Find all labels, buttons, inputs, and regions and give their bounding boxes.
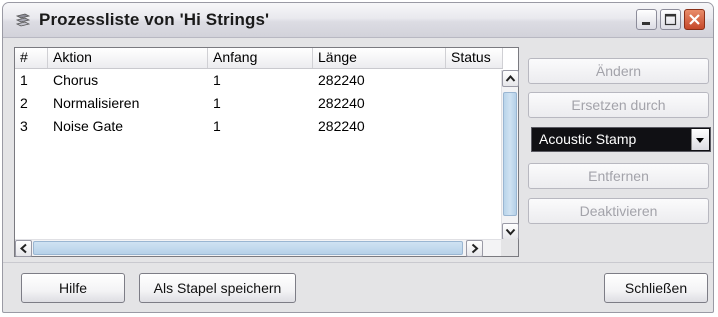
row-length: 282240 [318, 72, 365, 88]
maximize-icon [664, 13, 677, 26]
row-status [446, 92, 451, 115]
column-header-start[interactable]: Anfang [208, 48, 313, 68]
scroll-right-button[interactable] [466, 240, 483, 257]
row-start: 1 [213, 118, 221, 134]
dropdown-arrow-button[interactable] [691, 129, 709, 150]
row-length: 282240 [318, 95, 365, 111]
row-start: 1 [213, 72, 221, 88]
remove-button[interactable]: Entfernen [528, 163, 709, 189]
horizontal-scroll-thumb[interactable] [33, 241, 463, 255]
row-start: 1 [213, 95, 221, 111]
title-bar[interactable]: Prozessliste von 'Hi Strings' [3, 3, 713, 38]
row-length: 282240 [318, 118, 365, 134]
chevron-right-icon [471, 243, 479, 254]
column-header-status[interactable]: Status [446, 48, 503, 68]
footer-divider [3, 262, 713, 263]
chevron-down-icon [505, 228, 516, 236]
column-header-number[interactable]: # [15, 48, 48, 68]
maximize-button[interactable] [660, 9, 681, 30]
scroll-down-button[interactable] [502, 223, 519, 240]
minimize-button[interactable] [636, 9, 657, 30]
horizontal-scrollbar[interactable] [15, 239, 503, 257]
scroll-up-button[interactable] [502, 70, 519, 87]
column-header-action[interactable]: Aktion [48, 48, 208, 68]
process-list[interactable]: # Aktion Anfang Länge Status 1 Chorus 1 … [14, 47, 519, 257]
close-window-button[interactable] [684, 9, 705, 30]
triangle-down-icon [696, 138, 704, 143]
close-icon [689, 14, 700, 25]
plugin-select-value: Acoustic Stamp [539, 131, 637, 147]
vertical-scrollbar[interactable] [501, 70, 519, 240]
row-action: Normalisieren [53, 95, 140, 111]
process-list-window: Prozessliste von 'Hi Strings' # Aktion A… [2, 2, 714, 313]
list-row[interactable]: 2 Normalisieren 1 282240 [15, 92, 503, 115]
list-row[interactable]: 3 Noise Gate 1 282240 [15, 115, 503, 138]
row-status [446, 69, 451, 92]
deactivate-button[interactable]: Deaktivieren [528, 198, 709, 224]
scroll-corner [501, 239, 518, 256]
replace-with-button[interactable]: Ersetzen durch [528, 92, 709, 118]
help-button[interactable]: Hilfe [21, 273, 125, 303]
stacked-process-icon [15, 12, 31, 28]
row-number: 1 [20, 72, 28, 88]
row-action: Noise Gate [53, 118, 124, 134]
plugin-select[interactable]: Acoustic Stamp [531, 127, 711, 152]
list-header: # Aktion Anfang Länge Status [15, 48, 503, 69]
close-button[interactable]: Schließen [604, 273, 708, 303]
column-header-length[interactable]: Länge [313, 48, 446, 68]
chevron-left-icon [19, 243, 27, 254]
list-row[interactable]: 1 Chorus 1 282240 [15, 69, 503, 92]
row-action: Chorus [53, 72, 99, 88]
row-number: 3 [20, 118, 28, 134]
save-as-batch-button[interactable]: Als Stapel speichern [139, 273, 296, 303]
row-number: 2 [20, 95, 28, 111]
row-status [446, 115, 451, 138]
modify-button[interactable]: Ändern [528, 58, 709, 84]
vertical-scroll-thumb[interactable] [503, 92, 517, 216]
window-title: Prozessliste von 'Hi Strings' [39, 10, 270, 29]
chevron-up-icon [505, 74, 516, 82]
minimize-icon [642, 22, 650, 25]
scroll-left-button[interactable] [15, 240, 32, 257]
